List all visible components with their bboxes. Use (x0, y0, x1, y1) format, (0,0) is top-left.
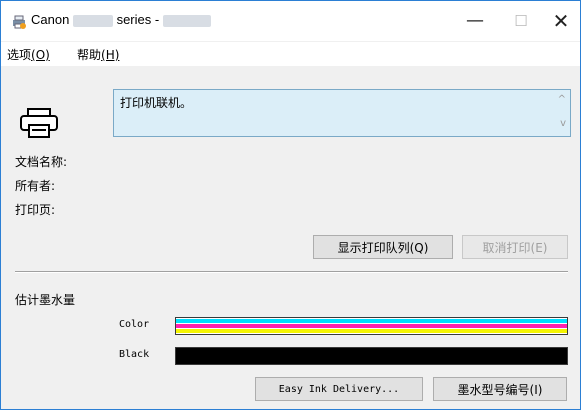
close-button[interactable]: ✕ (541, 9, 581, 33)
printing-page-label: 打印页: (15, 203, 56, 217)
scroll-down-arrow-icon[interactable]: v (560, 118, 566, 129)
estimated-ink-title: 估计墨水量 (15, 293, 76, 307)
main-content: 打印机联机。 ^ v 文档名称: 所有者: 打印页: 显示打印队列(Q) 取消打… (1, 67, 580, 409)
minimize-button[interactable]: — (455, 9, 495, 33)
owner-label: 所有者: (15, 179, 56, 193)
menu-bar: 选项(O) 帮助(H) (1, 42, 580, 66)
menu-help[interactable]: 帮助(H) (77, 46, 119, 63)
document-name-label: 文档名称: (15, 155, 68, 169)
maximize-button[interactable]: ☐ (501, 9, 541, 33)
easy-ink-delivery-button[interactable]: Easy Ink Delivery... (255, 377, 423, 401)
cyan-ink-bar (176, 319, 567, 323)
color-ink-label: Color (119, 319, 150, 330)
magenta-ink-bar (176, 324, 567, 328)
window-title: Canon series - (31, 12, 211, 27)
scroll-up-arrow-icon[interactable]: ^ (558, 94, 566, 105)
separator (15, 271, 568, 273)
printer-app-icon (13, 15, 26, 29)
cancel-printing-button[interactable]: 取消打印(E) (462, 235, 568, 259)
color-ink-level-bar (175, 317, 568, 335)
title-bar: Canon series - — ☐ ✕ (1, 1, 580, 41)
ink-model-number-button[interactable]: 墨水型号编号(I) (433, 377, 567, 401)
black-ink-label: Black (119, 349, 150, 360)
show-print-queue-button[interactable]: 显示打印队列(Q) (313, 235, 453, 259)
menu-options[interactable]: 选项(O) (7, 46, 50, 63)
black-ink-level-bar (175, 347, 568, 365)
printer-status-window: Canon series - — ☐ ✕ 选项(O) 帮助(H) 打印机联机。 … (0, 0, 581, 410)
status-message: 打印机联机。 (120, 96, 193, 110)
printer-icon (20, 108, 58, 138)
yellow-ink-bar (176, 329, 567, 333)
status-message-box[interactable]: 打印机联机。 ^ v (113, 89, 571, 137)
